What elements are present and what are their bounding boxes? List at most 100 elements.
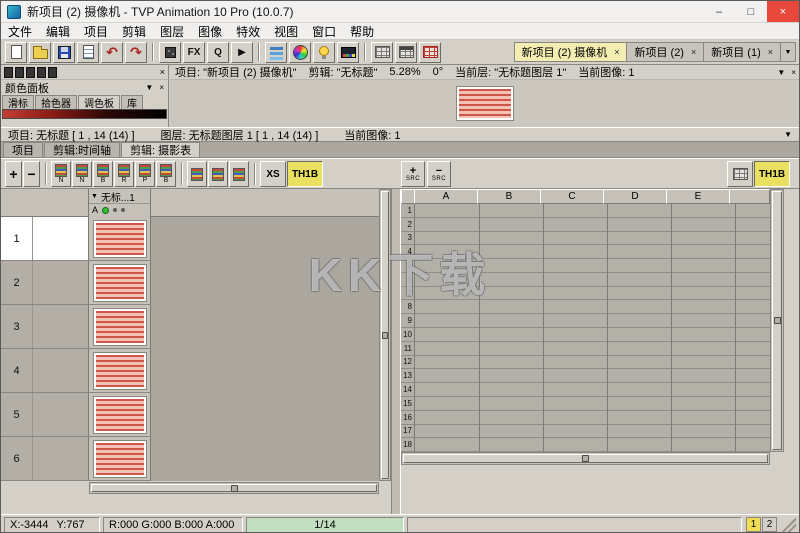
frame-thumbnail-cell[interactable] (89, 305, 151, 349)
tab-close-icon[interactable]: × (614, 47, 619, 57)
cell-tool-button[interactable]: P (135, 161, 155, 187)
cell-tool-button[interactable]: N (51, 161, 71, 187)
display-button[interactable] (337, 42, 359, 63)
panel-close-icon[interactable]: × (160, 68, 165, 77)
frame-thumbnail[interactable] (94, 441, 146, 477)
xs-mode-button[interactable]: XS (260, 161, 286, 187)
undo-button[interactable]: ↶ (101, 42, 123, 63)
document-tab[interactable]: 新项目 (1) × (703, 42, 781, 62)
preview-thumbnail[interactable] (457, 87, 513, 120)
sheet-grid-row[interactable] (415, 411, 770, 425)
tab-close-icon[interactable]: × (768, 47, 773, 57)
sheet-grid-row[interactable] (415, 356, 770, 370)
frame-thumbnail-cell[interactable] (89, 437, 151, 481)
sheet-column-header[interactable]: E (666, 189, 730, 204)
menu-item[interactable]: 图层 (153, 23, 191, 40)
xsheet-grid-button[interactable] (419, 42, 441, 63)
table-button[interactable] (395, 42, 417, 63)
redo-button[interactable]: ↷ (125, 42, 147, 63)
frame-row-left[interactable]: 3 (1, 305, 89, 349)
fx-button[interactable]: FX (183, 42, 205, 63)
scrollbar-thumb[interactable] (91, 484, 377, 492)
page-button[interactable]: 1 (746, 517, 761, 532)
frame-row[interactable]: 5 (1, 393, 391, 437)
grid-button[interactable] (371, 42, 393, 63)
tab-list-button[interactable]: ▼ (780, 42, 796, 62)
panel-splitter[interactable] (391, 189, 401, 514)
open-button[interactable] (29, 42, 51, 63)
frame-row[interactable]: 1 (1, 217, 391, 261)
maximize-button[interactable]: □ (735, 1, 767, 22)
color-gradient-strip[interactable] (2, 109, 167, 119)
menu-item[interactable]: 编辑 (39, 23, 77, 40)
panel-tool-icon[interactable] (37, 67, 46, 78)
timeline-vertical-scrollbar[interactable] (379, 189, 391, 481)
panel-tool-icon[interactable] (15, 67, 24, 78)
layer-option-dot[interactable] (113, 208, 117, 212)
sheet-grid-row[interactable] (415, 218, 770, 232)
menu-item[interactable]: 图像 (191, 23, 229, 40)
close-button[interactable]: × (767, 1, 799, 22)
color-panel-tab[interactable]: 拾色器 (35, 95, 77, 109)
sheet-grid-row[interactable] (415, 328, 770, 342)
menu-item[interactable]: 特效 (229, 23, 267, 40)
frame-thumbnail[interactable] (94, 265, 146, 301)
new-button[interactable] (5, 42, 27, 63)
menu-item[interactable]: 视图 (267, 23, 305, 40)
add-source-button[interactable]: + SRC (401, 161, 425, 187)
frame-row-left[interactable]: 2 (1, 261, 89, 305)
color-wheel-button[interactable] (289, 42, 311, 63)
panel-tool-icon[interactable] (26, 67, 35, 78)
frame-thumbnail-cell[interactable] (89, 261, 151, 305)
view-tab[interactable]: 剪辑: 摄影表 (121, 142, 200, 157)
remove-source-button[interactable]: − SRC (427, 161, 451, 187)
scrollbar-thumb[interactable] (381, 191, 389, 479)
cell-tool-button[interactable] (229, 161, 249, 187)
sheet-grid-row[interactable] (415, 204, 770, 218)
sheet-grid-row[interactable] (415, 342, 770, 356)
frame-row-left[interactable]: 4 (1, 349, 89, 393)
sheet-vertical-scrollbar[interactable] (770, 189, 784, 452)
add-frame-button[interactable]: + (5, 161, 22, 187)
cell-tool-button[interactable]: R (114, 161, 134, 187)
frame-thumbnail[interactable] (94, 221, 146, 257)
zoom-button[interactable]: Q (207, 42, 229, 63)
layer-column-header[interactable]: ▼ 无标...1 A (89, 189, 151, 217)
sheet-grid-row[interactable] (415, 259, 770, 273)
color-panel-tab[interactable]: 库 (121, 95, 143, 109)
sheet-column-header[interactable]: D (603, 189, 667, 204)
sheet-grid-row[interactable] (415, 245, 770, 259)
tab-close-icon[interactable]: × (691, 47, 696, 57)
resize-grip[interactable] (782, 517, 796, 532)
view-tab[interactable]: 项目 (3, 142, 43, 157)
frame-row[interactable]: 2 (1, 261, 391, 305)
frame-thumbnail[interactable] (94, 397, 146, 433)
layer-option-dot[interactable] (121, 208, 125, 212)
menu-item[interactable]: 帮助 (343, 23, 381, 40)
frame-thumbnail[interactable] (94, 309, 146, 345)
sheet-grid-row[interactable] (415, 273, 770, 287)
sheet-grid-row[interactable] (415, 425, 770, 439)
sheet-grid-row[interactable] (415, 369, 770, 383)
sheet-grid-row[interactable] (415, 287, 770, 301)
frame-row[interactable]: 6 (1, 437, 391, 481)
sheet-grid-row[interactable] (415, 383, 770, 397)
export-button[interactable] (77, 42, 99, 63)
document-tab[interactable]: 新项目 (2) × (626, 42, 704, 62)
play-button[interactable]: ▶ (231, 42, 253, 63)
airbrush-button[interactable] (159, 42, 181, 63)
panel-tool-icon[interactable] (48, 67, 57, 78)
sheet-grid-button[interactable] (727, 161, 753, 187)
cell-tool-button[interactable]: N (72, 161, 92, 187)
frame-thumbnail-cell[interactable] (89, 393, 151, 437)
menu-item[interactable]: 文件 (1, 23, 39, 40)
bar-dropdown-icon[interactable]: ▼ (784, 130, 792, 139)
view-tab[interactable]: 剪辑:时间轴 (44, 142, 120, 157)
sheet-column-header[interactable]: A (414, 189, 478, 204)
scrollbar-thumb[interactable] (403, 454, 768, 463)
sheet-grid-row[interactable] (415, 314, 770, 328)
frame-thumbnail-cell[interactable] (89, 217, 151, 261)
frame-row-left[interactable]: 1 (1, 217, 89, 261)
color-panel-tab[interactable]: 调色板 (78, 95, 120, 109)
panel-close-icon[interactable]: × (159, 83, 164, 92)
